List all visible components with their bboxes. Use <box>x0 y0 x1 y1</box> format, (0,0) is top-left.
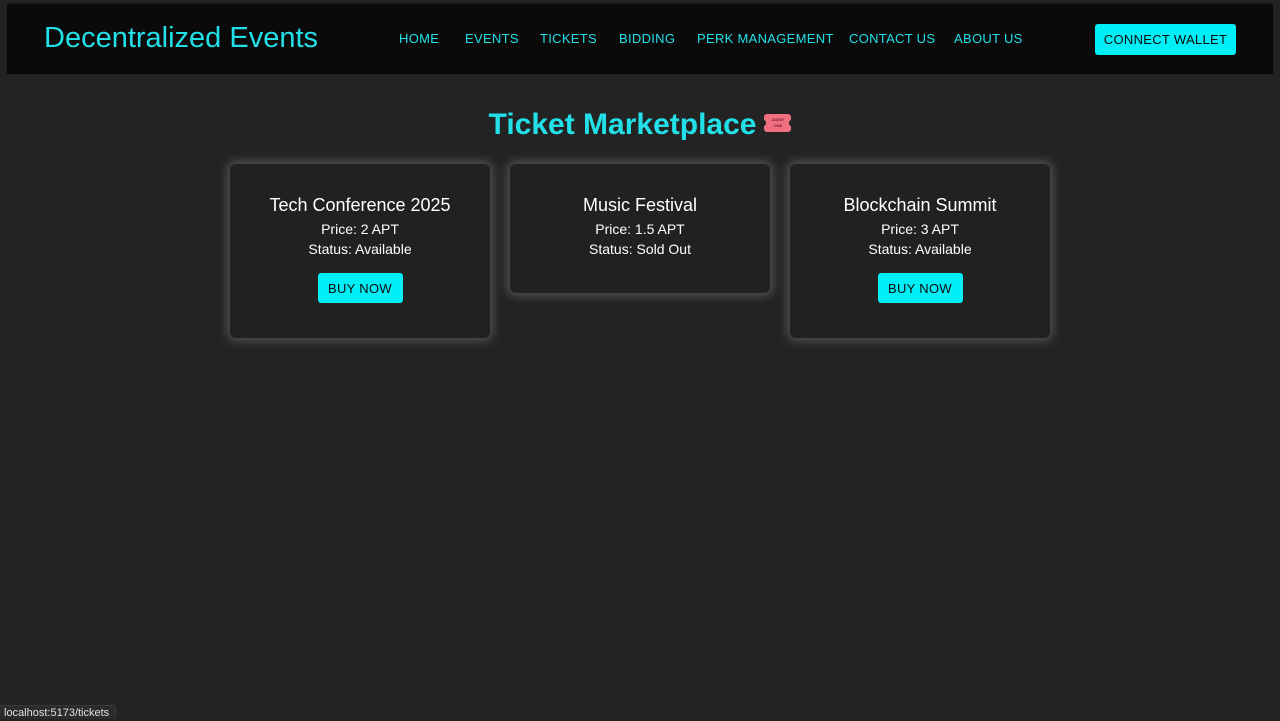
ticket-status: Status: Available <box>868 241 972 257</box>
ticket-price: Price: 2 APT <box>321 221 399 237</box>
ticket-name: Tech Conference 2025 <box>269 195 451 215</box>
page-title-text: Ticket Marketplace <box>488 108 757 141</box>
admission-ticket-icon: ADMIT ONE <box>762 114 794 133</box>
nav-bidding[interactable]: BIDDING <box>619 31 675 47</box>
page-title: Ticket Marketplace ADMIT ONE <box>0 106 1280 144</box>
nav-perk-management[interactable]: PERK MANAGEMENT <box>697 31 834 47</box>
nav-contact-us[interactable]: CONTACT US <box>849 31 935 47</box>
buy-now-button[interactable]: BUY NOW <box>317 273 403 303</box>
ticket-card-music-festival: Music Festival Price: 1.5 APT Status: So… <box>510 164 770 293</box>
nav-events[interactable]: EVENTS <box>465 31 519 47</box>
ticket-status: Status: Available <box>308 241 412 257</box>
ticket-card-blockchain-summit: Blockchain Summit Price: 3 APT Status: A… <box>790 164 1050 338</box>
navbar: Decentralized Events HOME EVENTS TICKETS… <box>7 3 1273 74</box>
nav-home[interactable]: HOME <box>399 31 439 47</box>
ticket-price: Price: 1.5 APT <box>595 221 685 237</box>
nav-tickets[interactable]: TICKETS <box>540 31 597 47</box>
ticket-card-tech-conference: Tech Conference 2025 Price: 2 APT Status… <box>230 164 490 338</box>
ticket-name: Music Festival <box>582 195 698 215</box>
connect-wallet-button[interactable]: CONNECT WALLET <box>1095 24 1236 55</box>
ticket-status: Status: Sold Out <box>589 241 691 257</box>
ticket-price: Price: 3 APT <box>881 221 959 237</box>
nav-about-us[interactable]: ABOUT US <box>954 31 1023 47</box>
buy-now-button[interactable]: BUY NOW <box>877 273 963 303</box>
brand-title[interactable]: Decentralized Events <box>44 21 318 55</box>
status-bar-url: localhost:5173/tickets <box>0 705 117 719</box>
ticket-name: Blockchain Summit <box>843 195 997 215</box>
